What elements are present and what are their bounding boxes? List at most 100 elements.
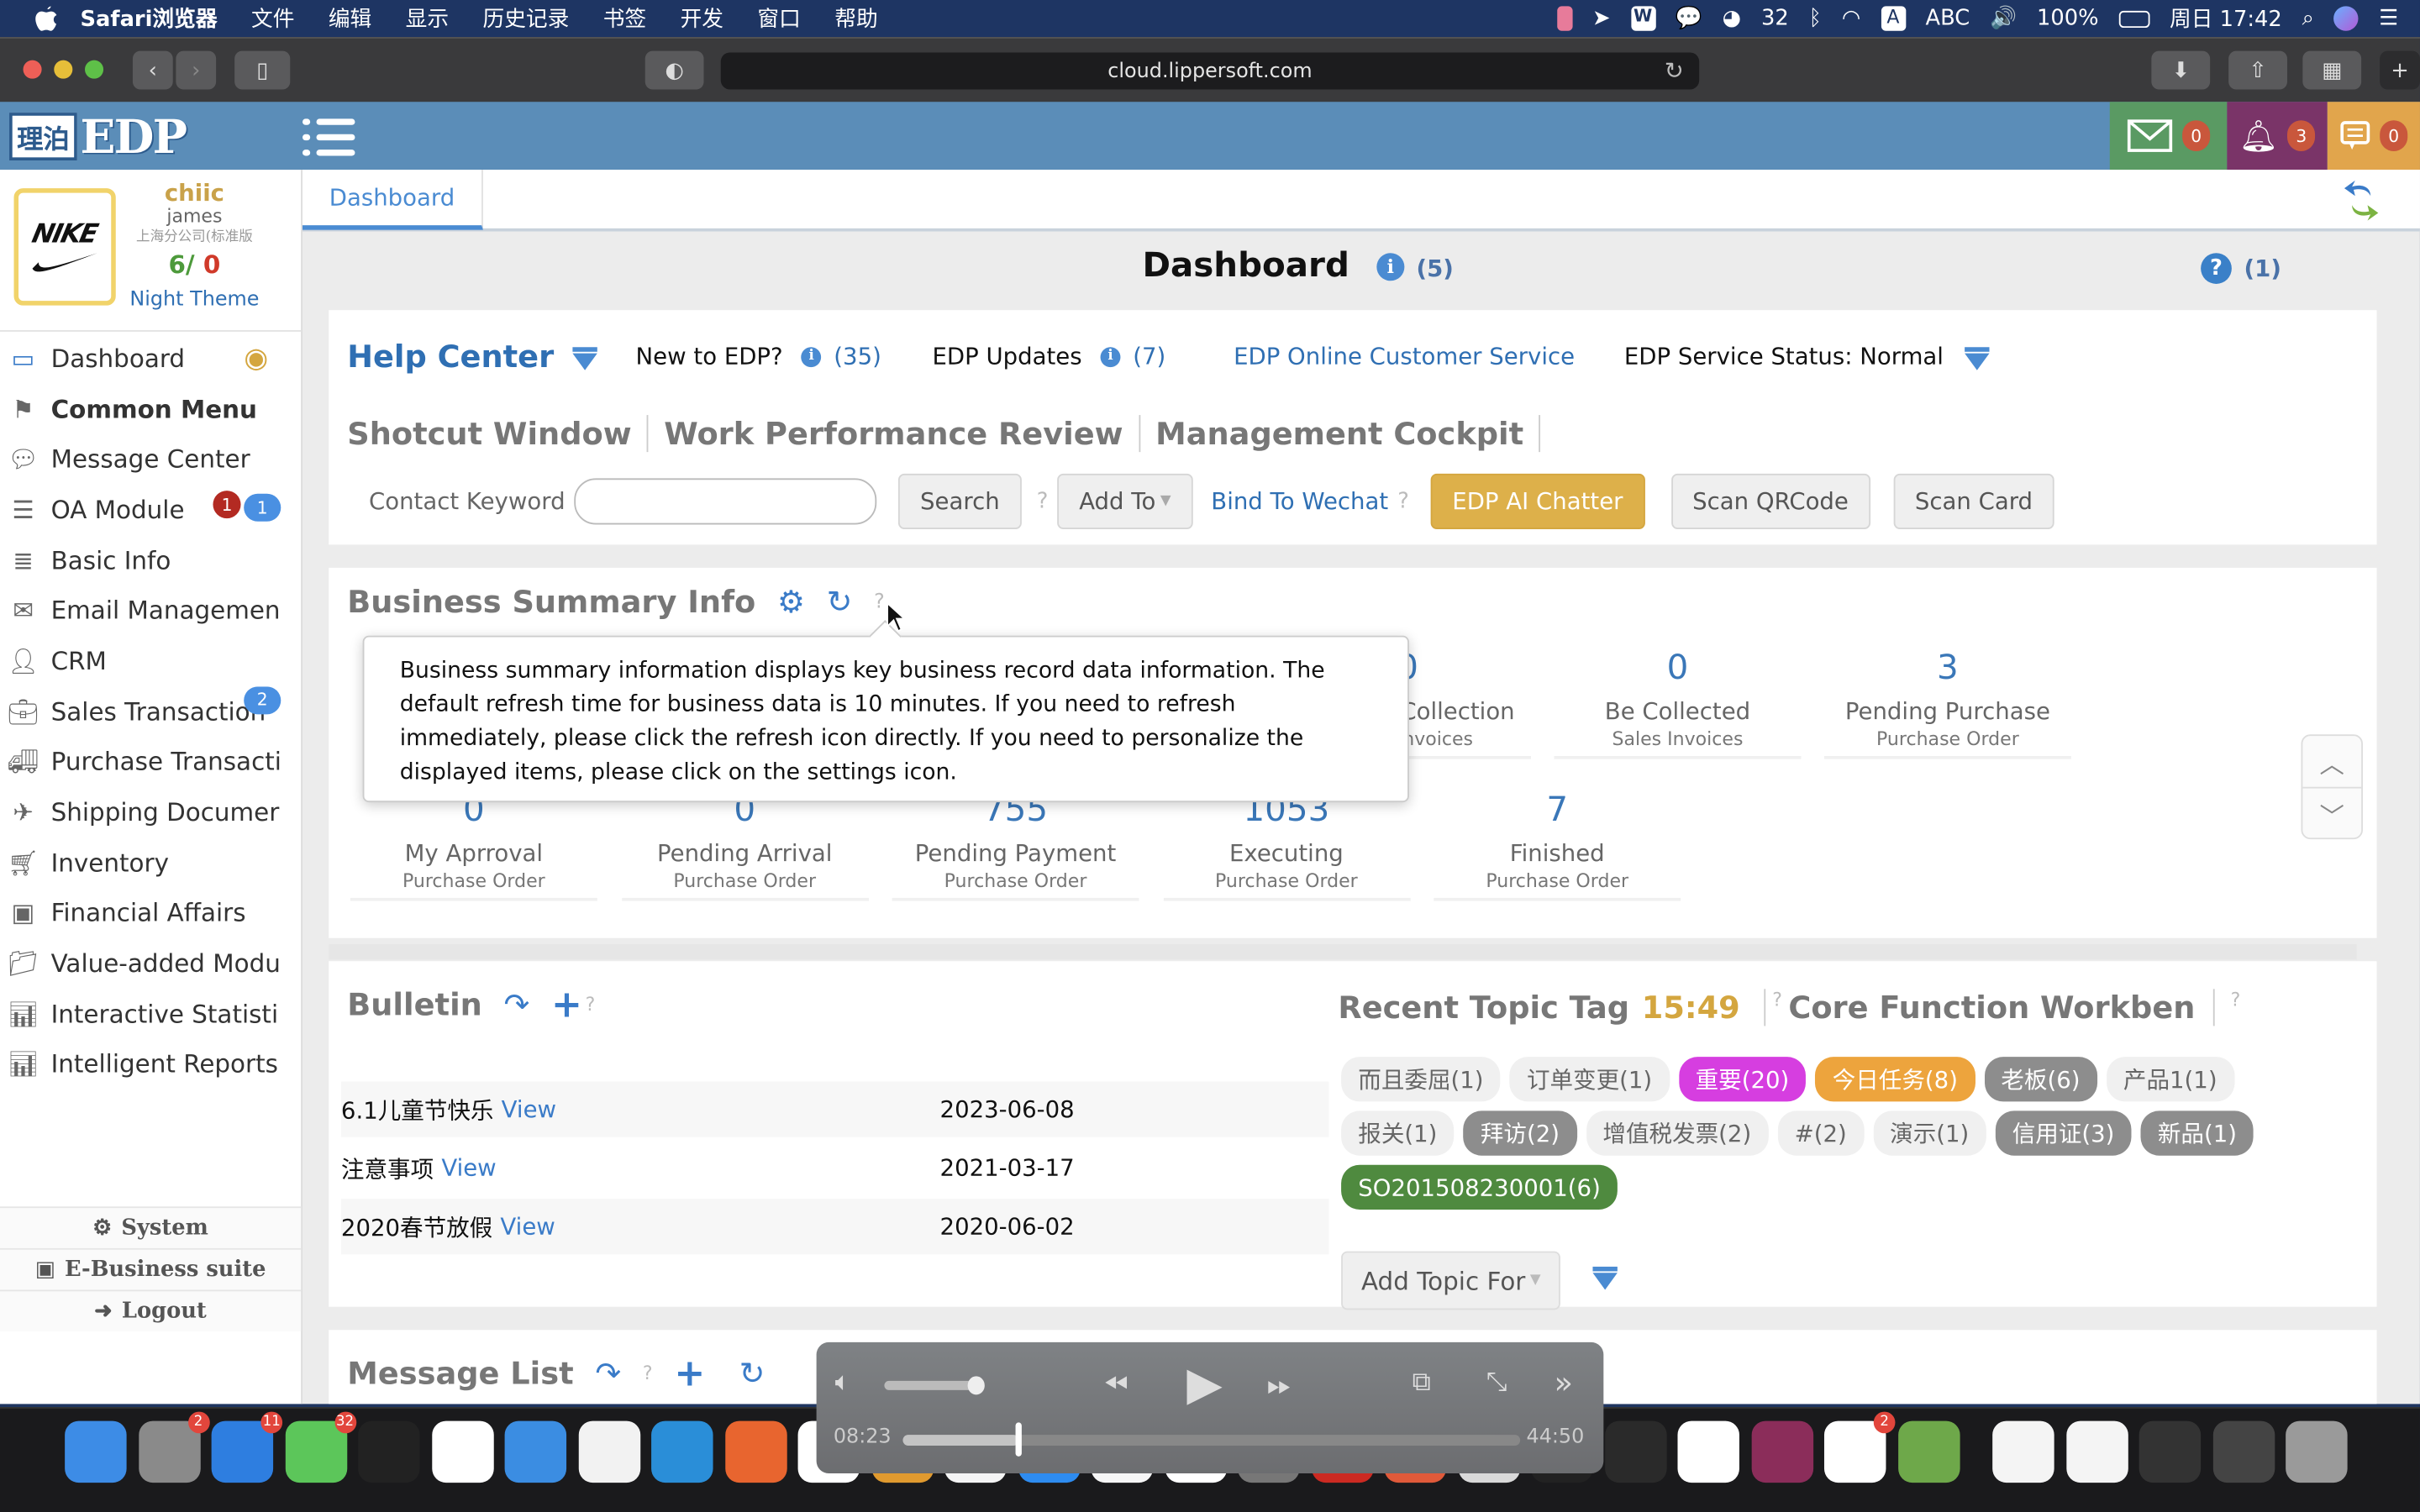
chat-icon[interactable]: 💬 [1676,6,1702,30]
summary-stat[interactable]: 0 Pending Arrival Purchase Order [621,790,869,901]
help-center-dropdown-icon[interactable] [572,346,597,370]
menu-help[interactable]: 帮助 [834,3,877,34]
help-center-title[interactable]: Help Center [347,338,554,375]
address-bar[interactable]: cloud.lippersoft.com ↻ [720,52,1700,90]
topic-tag[interactable]: 增值税发票(2) [1586,1110,1769,1156]
topic-tag[interactable]: 而且委屈(1) [1341,1057,1501,1102]
topic-tag[interactable]: 信用证(3) [1995,1110,2132,1156]
safari-icon[interactable] [504,1420,567,1483]
fast-forward-icon[interactable]: ⏩︎ [1267,1365,1292,1402]
siri-icon[interactable] [2333,6,2360,31]
screen-recording-icon[interactable] [2212,1420,2275,1483]
core-function-workbench-tab[interactable]: Core Function Workben [1788,989,2195,1026]
input-method[interactable]: ABC [1925,6,1970,30]
edge-icon[interactable] [651,1420,713,1483]
playback-progress-bar[interactable] [902,1422,1521,1457]
downloads-button[interactable]: ⬇ [2151,50,2211,90]
camtasia-icon[interactable] [1897,1420,1960,1483]
playback-scrubber[interactable] [1015,1422,1022,1457]
share-button[interactable]: ⇧ [2228,50,2287,90]
add-plus-icon[interactable]: + [674,1352,705,1394]
control-center-icon[interactable]: ☰ [2379,6,2398,30]
sidebar-item-value-added-modules[interactable]: 📁︎ Value-added Modu [0,938,301,989]
share-arrow-icon[interactable]: ↷ [595,1355,621,1392]
apple-icon[interactable] [34,5,58,33]
screenshot-icon[interactable] [2139,1420,2202,1483]
topic-tag[interactable]: 今日任务(8) [1815,1057,1975,1102]
document-icon[interactable] [1992,1420,2054,1483]
help-question-icon[interactable]: ? [1397,489,1409,513]
rewind-icon[interactable]: ⏪︎ [1103,1365,1128,1402]
menu-bookmarks[interactable]: 书签 [603,3,646,34]
system-button[interactable]: ⚙ System [0,1206,302,1248]
back-button[interactable]: ‹ [132,50,173,90]
finder-icon[interactable] [65,1420,127,1483]
tab-dashboard[interactable]: Dashboard [302,170,483,230]
summary-stat[interactable]: 755 Pending Payment Purchase Order [892,790,1139,901]
help-question-icon[interactable]: ? [1037,489,1049,513]
topic-tag[interactable]: 订单变更(1) [1509,1057,1670,1102]
firefox-icon[interactable] [724,1420,786,1483]
ebusiness-suite-button[interactable]: ▣ E-Business suite [0,1247,302,1290]
help-question-icon[interactable]: ? [586,994,596,1016]
forward-button[interactable]: › [176,50,217,90]
app-logo[interactable]: 理泊 EDP [9,111,187,161]
bulletin-view-link[interactable]: View [502,1095,556,1123]
topic-tag[interactable]: 拜访(2) [1463,1110,1577,1156]
summary-stat[interactable]: 0 Be Collected Sales Invoices [1554,648,1802,759]
spotlight-icon[interactable]: ⌕ [2302,6,2314,30]
wifi-icon[interactable]: ◠ [1842,6,1860,30]
stat-value[interactable]: 3 [1824,648,2071,690]
online-customer-service-link[interactable]: EDP Online Customer Service [1234,343,1575,370]
sidebar-item-sales-transaction[interactable]: 💼︎ Sales Transaction 2 [0,685,301,737]
messages-button[interactable]: 0 [2327,102,2420,171]
search-button[interactable]: Search [898,473,1022,529]
alerts-button[interactable]: 🔔︎ 3 [2227,102,2328,171]
help-question-icon[interactable]: ? [874,591,885,614]
summary-stat[interactable]: 7 Finished Purchase Order [1434,790,1681,901]
qq-icon[interactable] [358,1420,420,1483]
clock[interactable]: 周日 17:42 [2170,3,2282,34]
sidebar-item-crm[interactable]: 👤︎ CRM [0,636,301,686]
refresh-icon[interactable]: ↻ [739,1355,765,1392]
sidebar-item-intelligent-reports[interactable]: 📊︎ Intelligent Reports [0,1039,301,1089]
tab-work-performance-review[interactable]: Work Performance Review [664,415,1123,452]
edp-updates-label[interactable]: EDP Updates [932,343,1081,370]
gear-icon[interactable]: ⚙ [777,583,805,620]
topic-tag[interactable]: SO201508230001(6) [1341,1164,1618,1210]
sidebar-item-financial-affairs[interactable]: ▣ Financial Affairs [0,888,301,938]
minimize-window-button[interactable] [54,60,73,79]
sidebar-item-basic-info[interactable]: ≣ Basic Info [0,535,301,585]
scroll-down-button[interactable]: ﹀ [2302,789,2361,840]
sidebar-item-interactive-statistics[interactable]: 📊︎ Interactive Statisti [0,989,301,1039]
menu-edit[interactable]: 编辑 [329,3,371,34]
menu-history[interactable]: 历史记录 [482,3,569,34]
summary-stat[interactable]: 1053 Executing Purchase Order [1162,790,1410,901]
screen-record-icon[interactable] [1556,6,1573,31]
send-icon[interactable]: ➤ [1592,6,1611,30]
exit-fullscreen-icon[interactable]: ⤡ [1486,1367,1507,1398]
tab-overview-button[interactable]: ▦ [2302,50,2362,90]
bluetooth-icon[interactable]: ᛒ [1809,6,1822,30]
menu-file[interactable]: 文件 [251,3,294,34]
volume-knob[interactable] [967,1376,985,1395]
info-icon[interactable]: i [1376,253,1405,281]
page-help[interactable]: ? (1) [2201,253,2281,284]
sidebar-item-shipping-documents[interactable]: ✈ Shipping Documer [0,787,301,837]
share-arrow-icon[interactable]: ↷ [504,986,530,1023]
topic-tag[interactable]: 重要(20) [1678,1057,1807,1102]
input-icon[interactable]: A [1881,6,1906,31]
menu-toggle-icon[interactable] [302,118,355,158]
tab-shortcut-window[interactable]: Shotcut Window [347,415,631,452]
switch-arrows-icon[interactable] [2343,179,2380,231]
play-icon[interactable]: ▶ [1186,1357,1222,1411]
privacy-shield-button[interactable]: ◐ [644,50,704,90]
mail-notifications-button[interactable]: 0 [2109,102,2228,171]
page-title-count[interactable]: (5) [1416,255,1453,282]
service-status-dropdown-icon[interactable] [1965,346,1991,370]
filter-dropdown-icon[interactable] [1592,1266,1618,1290]
contact-keyword-input[interactable] [574,478,877,525]
volume-slider[interactable] [884,1376,985,1395]
new-to-edp-count[interactable]: (35) [834,343,881,370]
menu-develop[interactable]: 开发 [681,3,723,34]
